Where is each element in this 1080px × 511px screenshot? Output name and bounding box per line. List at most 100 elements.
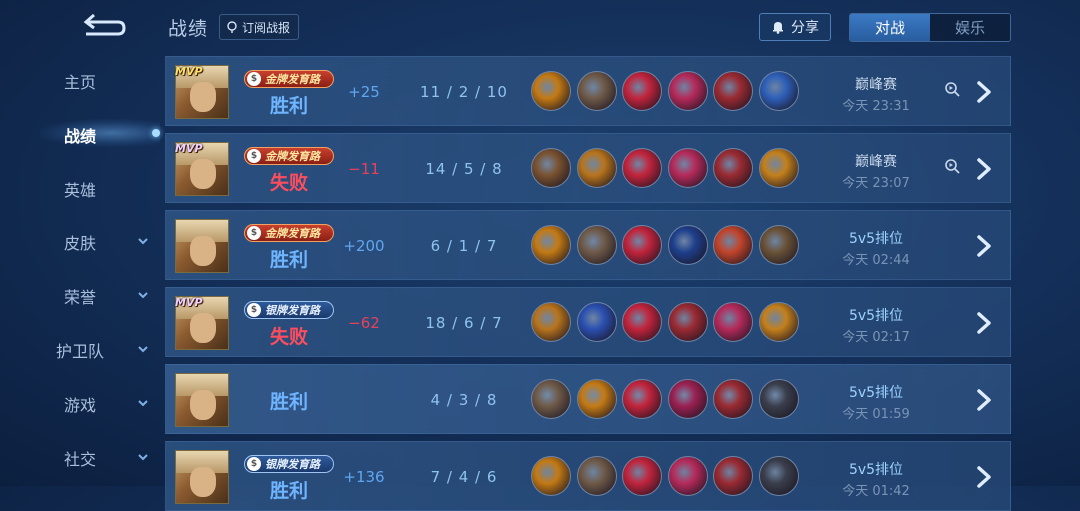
equipment-icon (531, 148, 571, 188)
sidebar-item[interactable]: 英雄 (0, 169, 160, 209)
equipment-list (531, 456, 801, 498)
bell-icon (773, 22, 783, 34)
sidebar-item[interactable]: 荣誉 (0, 276, 160, 316)
match-row[interactable]: MVP $ 金牌发育路 胜利 +25 11 / 2 / 10 巅峰赛 今天 23:31 (165, 56, 1011, 126)
share-button[interactable]: 分享 (759, 13, 831, 41)
points-change: −11 (348, 160, 380, 178)
sidebar-item[interactable]: 战绩 (0, 115, 160, 155)
game-mode: 5v5排位 (848, 308, 904, 324)
equipment-icon (713, 71, 753, 111)
role-badge-label: 金牌发育路 (265, 73, 320, 86)
coin-icon: $ (247, 457, 261, 471)
role-badge: $ 金牌发育路 (244, 147, 334, 165)
kda: 7 / 4 / 6 (430, 468, 498, 486)
page-title: 战绩 (168, 18, 209, 40)
sidebar-item[interactable]: 主页 (0, 61, 160, 101)
kda: 18 / 6 / 7 (425, 314, 503, 332)
equipment-list (531, 379, 801, 421)
equipment-icon (531, 302, 571, 342)
equipment-icon (667, 456, 708, 496)
match-row[interactable]: MVP $ 银牌发育路 失败 −62 18 / 6 / 7 5v5排位 今天 02:17 (165, 287, 1011, 357)
coin-icon: $ (247, 149, 261, 163)
equipment-icon (667, 302, 708, 342)
match-time: 今天 02:17 (842, 330, 910, 345)
equipment-icon (667, 379, 708, 419)
hero-avatar (175, 450, 229, 504)
sidebar-item-label: 游戏 (63, 395, 96, 415)
mode-tabs: 对战 娱乐 (849, 13, 1011, 42)
kda: 14 / 5 / 8 (425, 160, 503, 178)
kda: 4 / 3 / 8 (430, 391, 498, 409)
match-result: 胜利 (269, 391, 308, 413)
sidebar-item[interactable]: 皮肤 (0, 222, 160, 262)
sidebar-item-label: 护卫队 (55, 342, 104, 361)
chevron-right-icon[interactable] (974, 311, 994, 335)
match-row[interactable]: $ 银牌发育路 胜利 +136 7 / 4 / 6 5v5排位 今天 01:42 (165, 441, 1011, 511)
sidebar-item-label: 英雄 (63, 180, 96, 200)
tab-entertainment[interactable]: 娱乐 (930, 14, 1010, 41)
game-mode: 5v5排位 (848, 385, 904, 401)
replay-icon[interactable] (944, 81, 960, 97)
kda: 6 / 1 / 7 (430, 237, 498, 255)
match-row[interactable]: 胜利 4 / 3 / 8 5v5排位 今天 01:59 (165, 364, 1011, 434)
coin-icon: $ (247, 72, 261, 86)
sidebar-item-label: 主页 (63, 73, 96, 92)
chevron-down-icon (138, 453, 148, 461)
coin-icon: $ (247, 226, 261, 240)
equipment-icon (713, 225, 753, 265)
role-badge-label: 金牌发育路 (265, 227, 320, 240)
equipment-icon (667, 148, 708, 188)
sidebar-item[interactable]: 护卫队 (0, 330, 160, 370)
subscribe-report-button[interactable]: 订阅战报 (219, 14, 300, 40)
share-label: 分享 (791, 20, 819, 36)
match-time: 今天 23:31 (842, 99, 910, 114)
match-time: 今天 01:42 (842, 484, 910, 499)
sidebar-item-label: 皮肤 (63, 234, 96, 254)
equipment-icon (576, 225, 617, 265)
equipment-icon (531, 71, 571, 111)
equipment-icon (622, 302, 662, 342)
chevron-right-icon[interactable] (974, 465, 994, 489)
back-icon[interactable] (80, 10, 126, 40)
match-row[interactable]: $ 金牌发育路 胜利 +200 6 / 1 / 7 5v5排位 今天 02:44 (165, 210, 1011, 280)
equipment-icon (758, 302, 799, 342)
mvp-badge: MVP (175, 296, 203, 309)
equipment-icon (622, 379, 662, 419)
role-badge: $ 金牌发育路 (244, 224, 334, 242)
tab-battle[interactable]: 对战 (850, 14, 930, 41)
equipment-icon (758, 225, 799, 265)
role-badge-label: 金牌发育路 (265, 150, 320, 163)
equipment-icon (713, 456, 753, 496)
role-badge: $ 银牌发育路 (244, 301, 334, 319)
equipment-list (531, 148, 801, 190)
sidebar-item-label: 荣誉 (63, 288, 96, 308)
chevron-right-icon[interactable] (974, 80, 994, 104)
equipment-icon (713, 148, 753, 188)
game-mode: 巅峰赛 (855, 154, 897, 170)
chevron-right-icon[interactable] (974, 157, 994, 181)
chevron-down-icon (138, 346, 148, 353)
chevron-right-icon[interactable] (974, 234, 994, 258)
points-change: +200 (343, 237, 385, 255)
equipment-icon (576, 302, 617, 342)
chevron-down-icon (138, 292, 148, 299)
equipment-icon (667, 71, 708, 111)
equipment-icon (713, 302, 753, 342)
equipment-icon (667, 225, 708, 265)
match-row[interactable]: MVP $ 金牌发育路 失败 −11 14 / 5 / 8 巅峰赛 今天 23:07 (165, 133, 1011, 203)
equipment-icon (576, 148, 617, 188)
match-time: 今天 02:44 (842, 253, 910, 268)
replay-icon[interactable] (944, 158, 960, 174)
equipment-icon (758, 379, 799, 419)
equipment-icon (713, 379, 753, 419)
equipment-icon (622, 225, 662, 265)
chevron-right-icon[interactable] (974, 388, 994, 412)
sidebar-item[interactable]: 社交 (0, 438, 160, 478)
sidebar-item[interactable]: 游戏 (0, 384, 160, 424)
kda: 11 / 2 / 10 (420, 83, 508, 101)
mvp-badge: MVP (175, 142, 203, 155)
equipment-icon (758, 456, 799, 496)
hero-avatar (175, 219, 229, 273)
match-result: 胜利 (269, 95, 308, 117)
role-badge: $ 金牌发育路 (244, 70, 334, 88)
